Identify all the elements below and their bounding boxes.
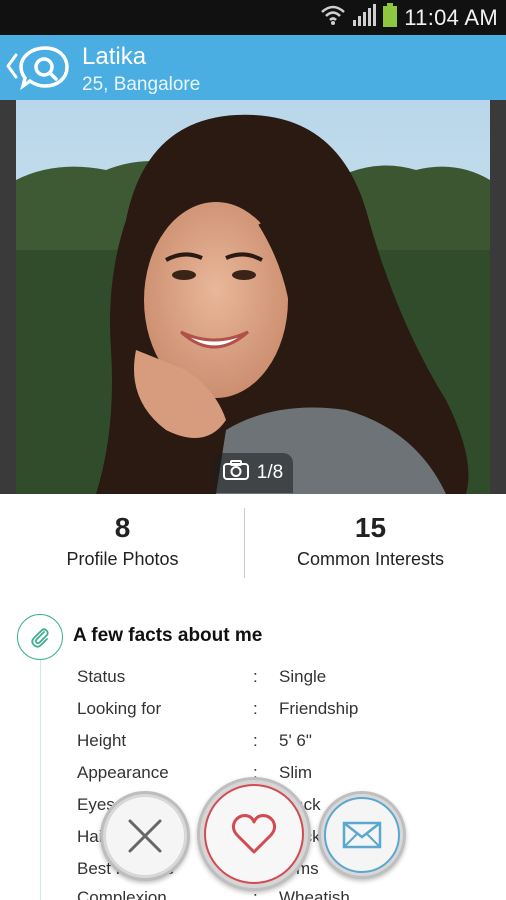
app-bar: Latika 25, Bangalore — [0, 35, 506, 100]
status-bar: 11:04 AM — [0, 0, 506, 35]
stat-value: 8 — [114, 512, 131, 543]
fact-row: Appearance : Slim — [77, 763, 497, 787]
stat-label: Profile Photos — [66, 549, 179, 569]
fact-colon: : — [253, 731, 258, 750]
message-button[interactable] — [318, 791, 406, 879]
fact-label: Looking for — [77, 699, 162, 718]
like-button[interactable] — [197, 777, 311, 891]
stat-profile-photos[interactable]: 8 Profile Photos — [0, 512, 245, 570]
status-icons: 11:04 AM — [320, 3, 498, 32]
facts-title: A few facts about me — [73, 625, 263, 646]
message-button-face — [324, 797, 400, 873]
fact-value: Friendship — [279, 699, 359, 718]
fact-value: Wheatish — [279, 888, 350, 900]
stat-divider — [244, 508, 245, 578]
signal-icon — [352, 4, 377, 31]
photo-counter-text: 1/8 — [256, 462, 284, 483]
fact-value: Single — [279, 667, 327, 686]
fact-colon: : — [253, 667, 258, 686]
camera-icon — [222, 460, 249, 486]
profile-stats: 8 Profile Photos 15 Common Interests — [0, 494, 506, 592]
like-button-face — [204, 784, 304, 884]
fact-value: Slim — [279, 763, 313, 782]
profile-photo[interactable] — [16, 100, 490, 494]
battery-icon — [382, 3, 398, 32]
profile-age-location: 25, Bangalore — [82, 74, 201, 95]
fact-label: Appearance — [77, 763, 169, 782]
heart-icon — [231, 814, 277, 854]
paperclip-icon — [17, 614, 63, 660]
back-button[interactable] — [4, 43, 70, 93]
stat-value: 15 — [354, 512, 387, 543]
envelope-icon — [342, 821, 382, 849]
fact-label: Status — [77, 667, 126, 686]
stat-common-interests[interactable]: 15 Common Interests — [248, 512, 493, 570]
photo-area — [0, 100, 506, 494]
fact-colon: : — [253, 699, 258, 718]
fact-label: Height — [77, 731, 127, 750]
fact-row: Complexion : Wheatish — [77, 888, 497, 900]
reject-button[interactable] — [100, 791, 190, 881]
fact-row: Status : Single — [77, 667, 497, 691]
fact-label: Complexion — [77, 888, 167, 900]
status-time: 11:04 AM — [404, 4, 498, 30]
fact-value: 5' 6" — [279, 731, 312, 750]
stat-label: Common Interests — [296, 549, 445, 569]
close-icon — [128, 819, 162, 853]
profile-name: Latika — [82, 43, 147, 70]
timeline-line — [40, 658, 41, 900]
photo-counter[interactable]: 1/8 — [213, 453, 293, 493]
fact-row: Height : 5' 6" — [77, 731, 497, 755]
fact-row: Looking for : Friendship — [77, 699, 497, 723]
wifi-icon — [320, 4, 346, 31]
reject-button-face — [106, 797, 184, 875]
app-logo-icon — [6, 46, 69, 91]
